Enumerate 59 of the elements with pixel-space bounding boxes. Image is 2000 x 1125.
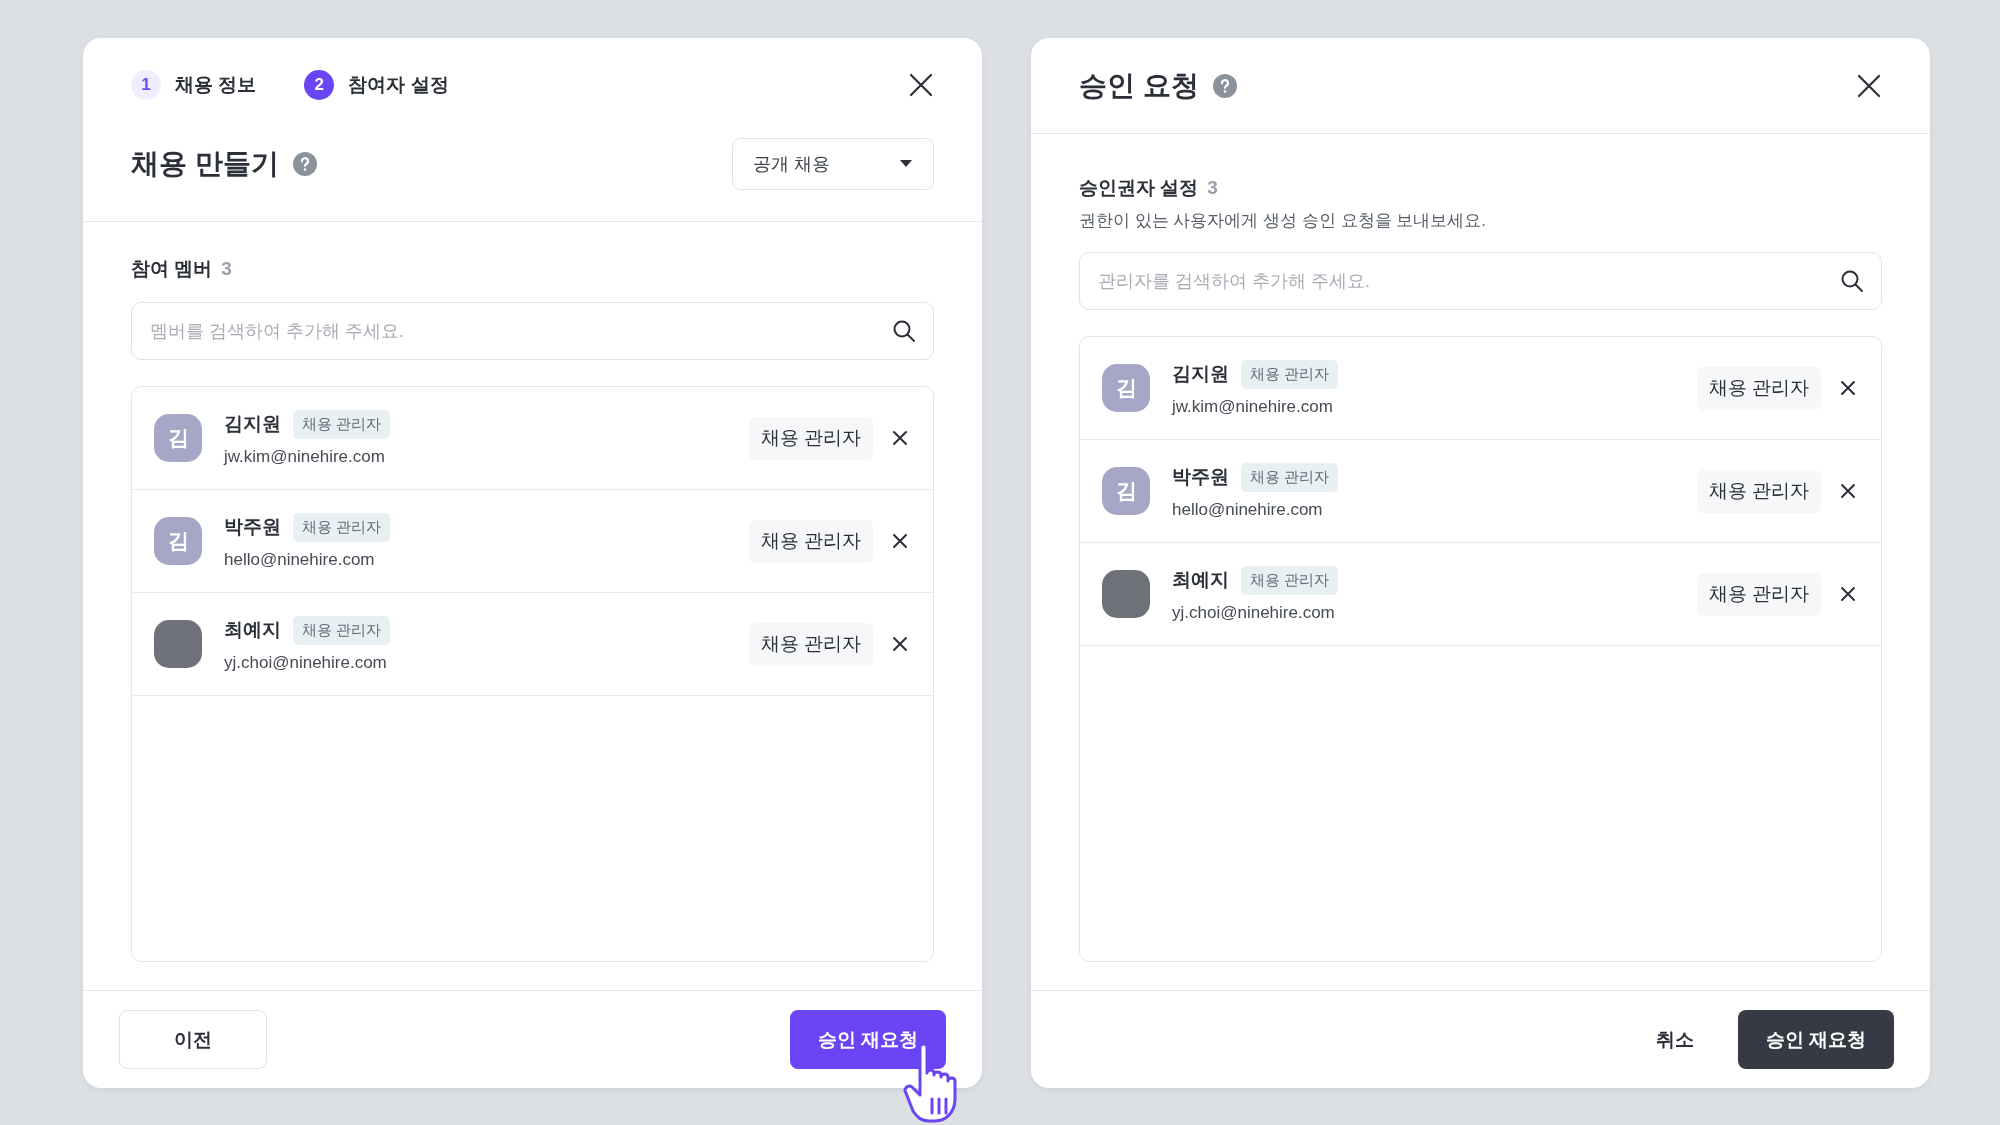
back-button[interactable]: 이전 — [119, 1010, 267, 1069]
role-dropdown[interactable]: 채용 관리자 — [748, 519, 873, 563]
member-email: jw.kim@ninehire.com — [1172, 396, 1334, 417]
role-dropdown[interactable]: 채용 관리자 — [1696, 572, 1821, 616]
role-dropdown[interactable]: 채용 관리자 — [1696, 366, 1821, 410]
role-dropdown[interactable]: 채용 관리자 — [1696, 469, 1821, 513]
search-icon — [892, 319, 916, 343]
section-label: 참여 멤버 — [131, 257, 213, 281]
role-tag: 채용 관리자 — [293, 615, 391, 645]
member-email: jw.kim@ninehire.com — [224, 446, 386, 467]
step-tab[interactable]: 1 채용 정보 — [131, 70, 257, 100]
member-count: 3 — [1207, 177, 1218, 199]
dialog-title: 승인 요청 — [1079, 68, 1199, 103]
search-field[interactable]: 멤버를 검색하여 추가해 주세요. — [131, 302, 934, 360]
caret-icon — [899, 160, 913, 168]
role-tag: 채용 관리자 — [1241, 359, 1339, 389]
role-dropdown[interactable]: 채용 관리자 — [748, 622, 873, 666]
section-label: 승인권자 설정 — [1079, 176, 1199, 200]
member-email: yj.choi@ninehire.com — [1172, 602, 1336, 623]
member-count: 3 — [221, 258, 232, 280]
close-button[interactable] — [908, 72, 934, 98]
avatar: 김 — [1102, 467, 1150, 515]
help-icon[interactable] — [1212, 73, 1237, 98]
role-dropdown[interactable]: 채용 관리자 — [748, 416, 873, 460]
section-description: 권한이 있는 사용자에게 생성 승인 요청을 보내보세요. — [1079, 210, 1488, 232]
member-name: 최예지 — [224, 618, 281, 642]
member-name: 박주원 — [1172, 465, 1229, 489]
avatar: 김 — [154, 517, 202, 565]
member-name: 김지원 — [1172, 362, 1229, 386]
photo-placeholder — [1102, 570, 1150, 618]
cancel-button[interactable]: 취소 — [1627, 1010, 1722, 1069]
close-button[interactable] — [1856, 72, 1882, 99]
member-email: hello@ninehire.com — [1172, 499, 1324, 520]
remove-icon[interactable] — [1839, 379, 1857, 397]
member-email: hello@ninehire.com — [224, 549, 376, 570]
avatar: 김 — [154, 414, 202, 462]
remove-icon[interactable] — [891, 429, 909, 447]
help-icon[interactable] — [292, 152, 317, 176]
step-tab[interactable]: 2 참여자 설정 — [304, 70, 449, 100]
role-tag: 채용 관리자 — [1241, 462, 1339, 492]
search-field[interactable]: 관리자를 검색하여 추가해 주세요. — [1079, 252, 1882, 310]
submit-button[interactable]: 승인 재요청 — [1737, 1010, 1894, 1069]
photo-placeholder — [154, 620, 202, 668]
role-tag: 채용 관리자 — [293, 512, 391, 542]
member-name: 최예지 — [1172, 568, 1229, 592]
search-icon — [1840, 269, 1864, 293]
submit-button[interactable]: 승인 재요청 — [789, 1010, 946, 1069]
role-tag: 채용 관리자 — [293, 409, 391, 439]
member-email: yj.choi@ninehire.com — [224, 652, 388, 673]
avatar: 김 — [1102, 364, 1150, 412]
member-name: 박주원 — [224, 515, 281, 539]
remove-icon[interactable] — [1839, 585, 1857, 603]
remove-icon[interactable] — [891, 532, 909, 550]
dialog-title: 채용 만들기 — [131, 147, 279, 181]
role-tag: 채용 관리자 — [1241, 565, 1339, 595]
remove-icon[interactable] — [891, 635, 909, 653]
type-dropdown[interactable]: 공개 채용 — [732, 138, 934, 190]
remove-icon[interactable] — [1839, 482, 1857, 500]
member-name: 김지원 — [224, 412, 281, 436]
